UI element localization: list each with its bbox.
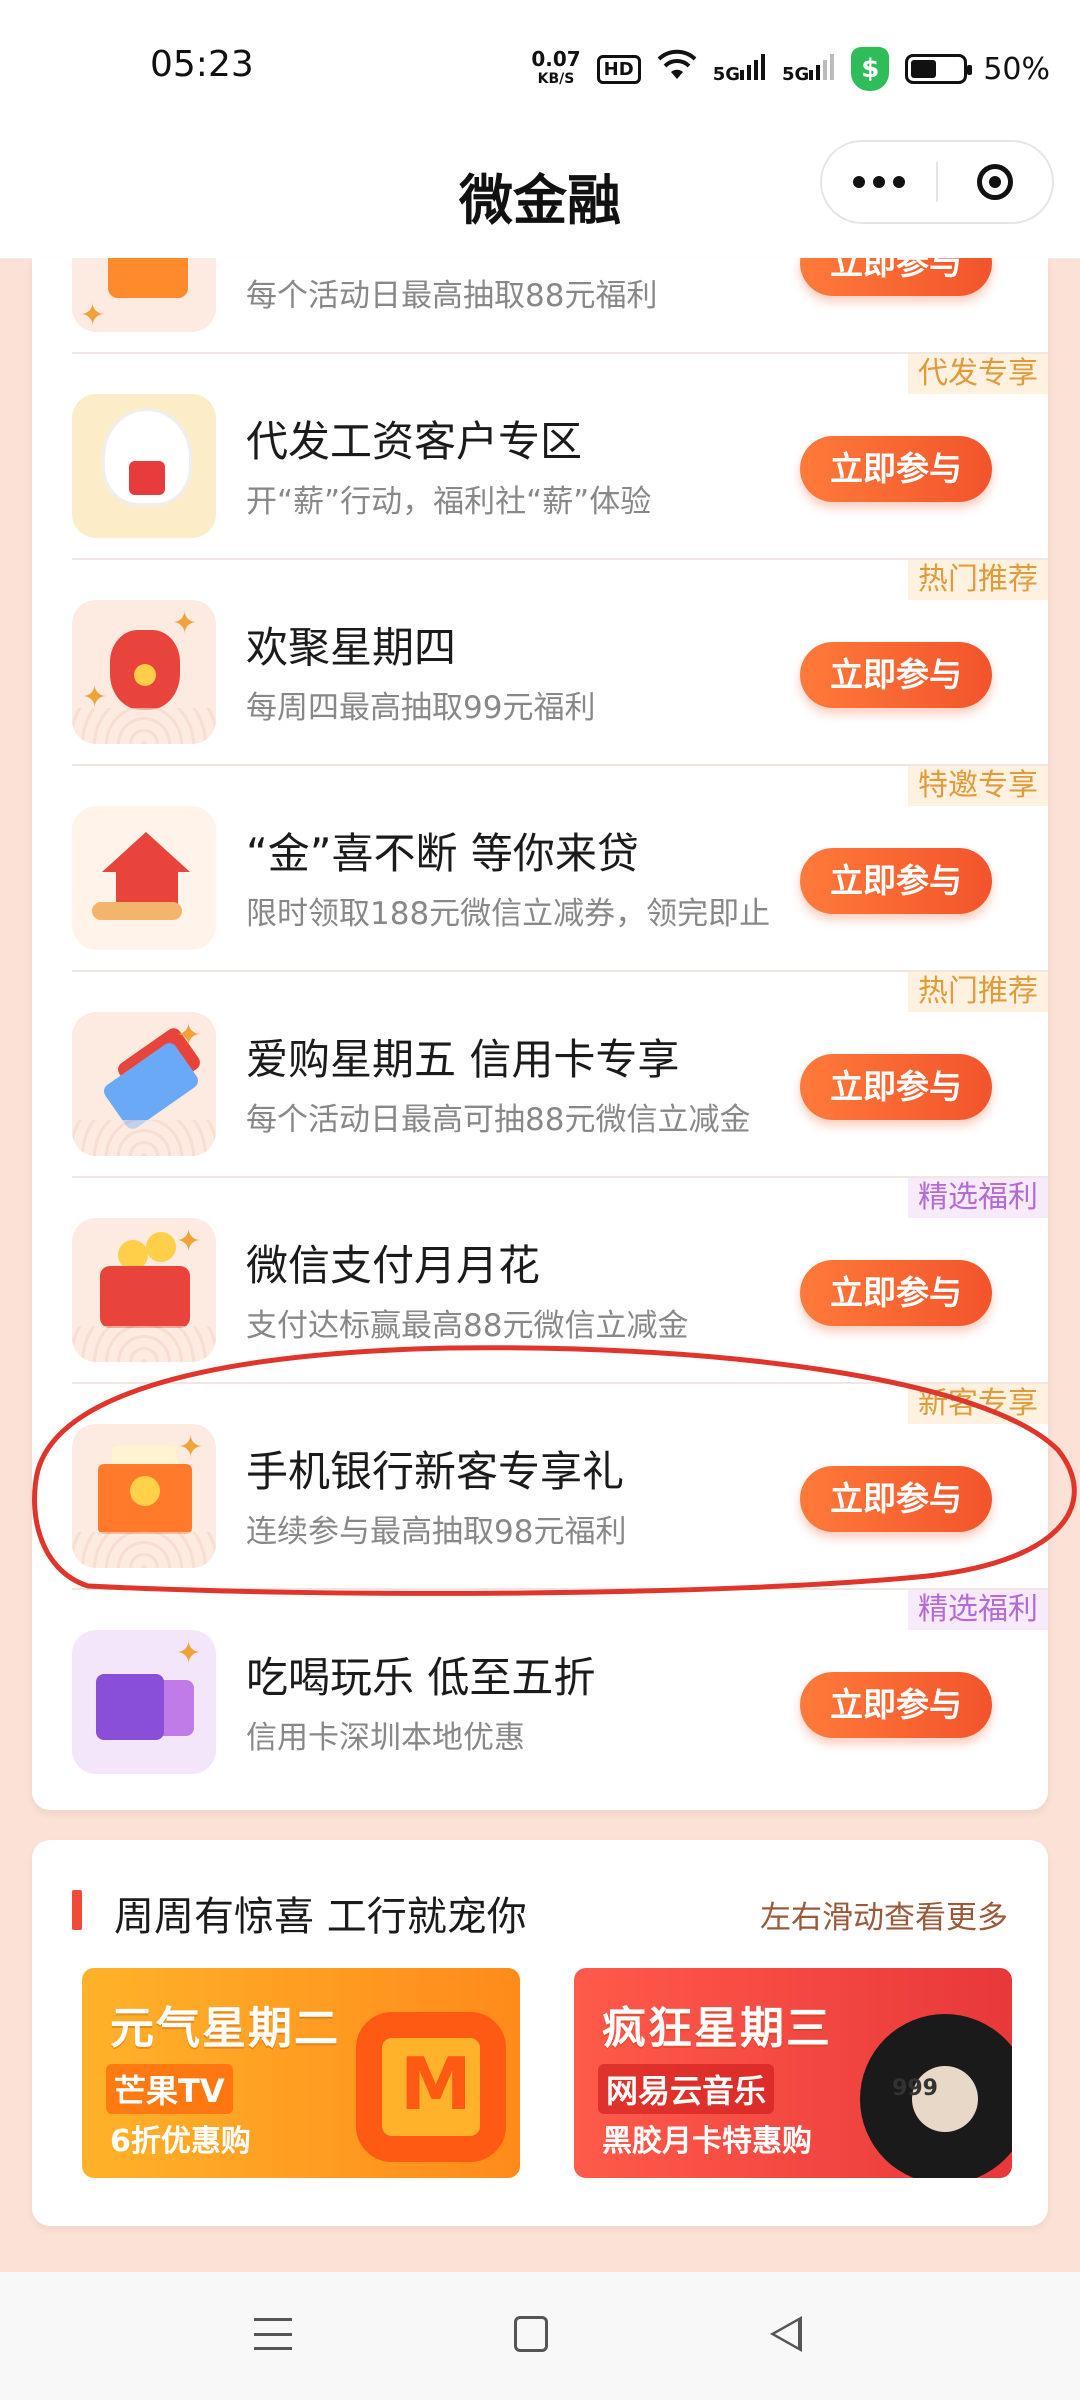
item-title: “金”喜不断 等你来贷 [246,829,639,878]
navigation-bar: 微金融 [0,130,1080,259]
join-button[interactable]: 立即参与 [800,1054,992,1120]
promo-title: 周周有惊喜 工行就宠你 [114,1894,527,1940]
network-speed-value: 0.07 [531,47,581,71]
item-subtitle: 每个活动日最高可抽88元微信立减金 [246,1102,751,1138]
sim2-label: 5G [782,63,810,85]
signal-icon-sim2: 5G [782,53,835,85]
activity-list: ✦ 每个活动日最高抽取88元福利 立即参与 代发专享 代发工资客户专区 开“薪”… [72,258,1048,1794]
back-icon[interactable] [770,2316,802,2352]
item-title: 手机银行新客专享礼 [246,1447,625,1496]
close-miniprogram-icon[interactable] [938,164,1052,200]
item-subtitle: 开“薪”行动，福利社“薪”体验 [246,484,652,520]
item-subtitle: 每个活动日最高抽取88元福利 [246,278,658,314]
item-subtitle: 信用卡深圳本地优惠 [246,1720,525,1756]
home-icon[interactable] [514,2316,548,2352]
money-bag-icon: ✦ ✦ [72,600,216,744]
item-tag: 热门推荐 [908,972,1048,1012]
network-speed: 0.07 KB/S [531,49,580,89]
loan-house-icon [72,806,216,950]
list-item[interactable]: 精选福利 ✦ 吃喝玩乐 低至五折 信用卡深圳本地优惠 立即参与 [72,1590,1048,1794]
join-button[interactable]: 立即参与 [800,436,992,502]
signal-icon-sim1: 5G [712,53,766,85]
status-icons: 0.07 KB/S HD 5G 5G $ 50% [531,44,1050,94]
miniprogram-capsule [820,140,1054,224]
shopping-bag-icon: ✦ [72,1630,216,1774]
item-subtitle: 连续参与最高抽取98元福利 [246,1514,627,1550]
item-tag: 特邀专享 [908,766,1048,806]
section-marker [72,1890,82,1930]
status-bar: 05:23 0.07 KB/S HD 5G 5G $ 50% [0,0,1080,130]
item-title: 欢聚星期四 [246,623,457,672]
swipe-more-hint[interactable]: 左右滑动查看更多 [760,1892,1008,1937]
banner-mango-tv[interactable]: 元气星期二 芒果TV 6折优惠购 [82,1968,520,2178]
vinyl-label: 999 [892,2076,938,2101]
credit-card-icon: ✦ [72,1012,216,1156]
list-item[interactable]: 热门推荐 ✦ ✦ 欢聚星期四 每周四最高抽取99元福利 立即参与 [72,560,1048,766]
item-tag: 热门推荐 [908,560,1048,600]
list-item[interactable]: 精选福利 ✦ 微信支付月月花 支付达标赢最高88元微信立减金 立即参与 [72,1178,1048,1384]
battery-percent: 50% [983,51,1050,87]
banner-brand: 网易云音乐 [598,2064,775,2114]
join-button[interactable]: 立即参与 [800,1466,992,1532]
join-button[interactable]: 立即参与 [800,848,992,914]
battery-icon [905,54,973,84]
red-envelope-icon: ✦ [72,1424,216,1568]
activity-list-card: ✦ 每个活动日最高抽取88元福利 立即参与 代发专享 代发工资客户专区 开“薪”… [32,258,1048,1810]
orange-gift-icon: ✦ [72,258,216,332]
join-button[interactable]: 立即参与 [800,1672,992,1738]
item-title: 爱购星期五 信用卡专享 [246,1035,680,1084]
sim1-label: 5G [712,63,740,85]
item-tag: 新客专享 [908,1384,1048,1424]
item-subtitle: 限时领取188元微信立减券，领完即止 [246,896,771,932]
join-button[interactable]: 立即参与 [800,1260,992,1326]
recent-apps-icon[interactable] [254,2318,292,2350]
join-button[interactable]: 立即参与 [800,258,992,296]
banner-heading: 元气星期二 [110,2003,340,2054]
more-options-icon[interactable] [822,176,936,188]
list-item[interactable]: 热门推荐 ✦ 爱购星期五 信用卡专享 每个活动日最高可抽88元微信立减金 立即参… [72,972,1048,1178]
item-title: 微信支付月月花 [246,1241,541,1290]
item-tag: 精选福利 [908,1178,1048,1218]
wifi-icon [657,49,697,89]
item-title: 代发工资客户专区 [246,417,583,466]
battery-fill [911,60,937,78]
rabbit-mascot-icon [72,394,216,538]
system-navigation-bar [0,2272,1080,2400]
mango-tv-logo-icon [356,2012,506,2162]
wallet-icon: ✦ [72,1218,216,1362]
list-item[interactable]: 代发专享 代发工资客户专区 开“薪”行动，福利社“薪”体验 立即参与 [72,354,1048,560]
hd-voice-icon: HD [596,54,641,84]
banner-netease-music[interactable]: 疯狂星期三 网易云音乐 黑胶月卡特惠购 999 [574,1968,1012,2178]
item-subtitle: 每周四最高抽取99元福利 [246,690,596,726]
list-item[interactable]: ✦ 每个活动日最高抽取88元福利 立即参与 [72,258,1048,354]
banner-offer: 6折优惠购 [110,2124,251,2159]
list-item[interactable]: 新客专享 ✦ 手机银行新客专享礼 连续参与最高抽取98元福利 立即参与 [72,1384,1048,1590]
item-tag: 精选福利 [908,1590,1048,1630]
status-time: 05:23 [150,44,254,85]
join-button[interactable]: 立即参与 [800,642,992,708]
banner-heading: 疯狂星期三 [602,2003,832,2054]
list-item[interactable]: 特邀专享 “金”喜不断 等你来贷 限时领取188元微信立减券，领完即止 立即参与 [72,766,1048,972]
network-speed-unit: KB/S [537,71,575,87]
item-title: 吃喝玩乐 低至五折 [246,1653,596,1702]
banner-offer: 黑胶月卡特惠购 [602,2124,812,2159]
weekly-promo-card: 周周有惊喜 工行就宠你 左右滑动查看更多 元气星期二 芒果TV 6折优惠购 疯狂… [32,1840,1048,2226]
banner-brand: 芒果TV [106,2064,233,2114]
item-subtitle: 支付达标赢最高88元微信立减金 [246,1308,689,1344]
item-tag: 代发专享 [908,354,1048,394]
security-shield-icon: $ [851,47,890,91]
